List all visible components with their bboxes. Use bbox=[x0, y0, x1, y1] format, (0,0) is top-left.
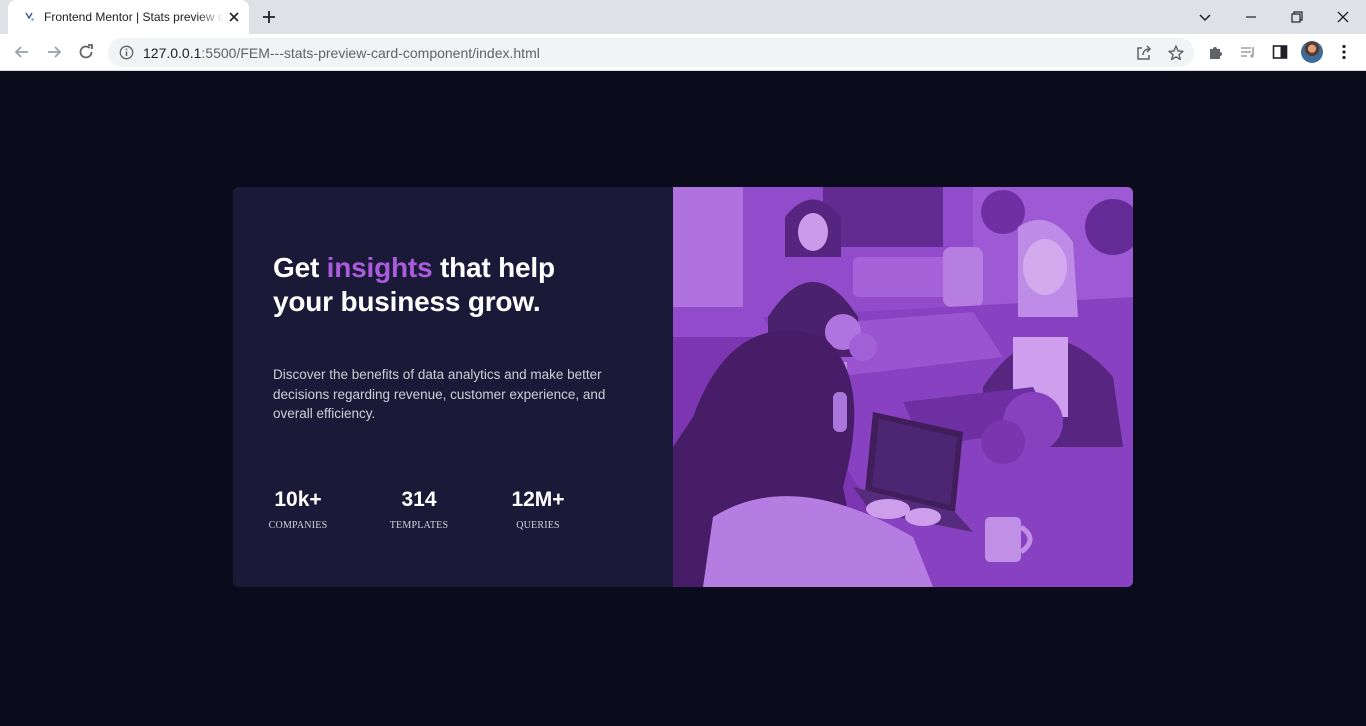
stat-companies: 10k+ Companies bbox=[238, 487, 358, 531]
url-text: 127.0.0.1:5500/FEM---stats-preview-card-… bbox=[143, 45, 540, 61]
forward-arrow-icon[interactable] bbox=[44, 42, 64, 62]
site-info-icon[interactable] bbox=[119, 45, 134, 60]
close-tab-icon[interactable] bbox=[226, 9, 242, 25]
url-host: 127.0.0.1 bbox=[143, 45, 202, 61]
browser-tab[interactable]: Frontend Mentor | Stats preview card com… bbox=[8, 0, 249, 34]
restore-window-icon[interactable] bbox=[1286, 6, 1308, 28]
office-team-illustration bbox=[673, 187, 1133, 587]
extensions-puzzle-icon[interactable] bbox=[1206, 42, 1226, 62]
headline-start: Get bbox=[273, 252, 327, 283]
tab-title: Frontend Mentor | Stats preview card com… bbox=[44, 10, 224, 24]
back-arrow-icon[interactable] bbox=[12, 42, 32, 62]
frontend-mentor-favicon-icon bbox=[25, 12, 34, 21]
close-window-icon[interactable] bbox=[1332, 6, 1354, 28]
reading-list-icon[interactable] bbox=[1238, 42, 1258, 62]
stat-value: 12M+ bbox=[511, 488, 565, 511]
card-text-content: Get insights that help your business gro… bbox=[233, 187, 673, 587]
side-panel-icon[interactable] bbox=[1270, 42, 1290, 62]
share-icon[interactable] bbox=[1134, 43, 1154, 63]
reload-icon[interactable] bbox=[76, 42, 96, 62]
browser-menu-kebab-icon[interactable] bbox=[1334, 42, 1354, 62]
page-viewport: Get insights that help your business gro… bbox=[0, 71, 1366, 726]
stat-templates: 314 Templates bbox=[359, 487, 479, 531]
stat-label: Templates bbox=[389, 520, 449, 531]
stat-value: 314 bbox=[401, 488, 437, 511]
stat-label: Queries bbox=[516, 520, 560, 531]
stat-value: 10k+ bbox=[274, 488, 322, 511]
stats-preview-card: Get insights that help your business gro… bbox=[233, 187, 1133, 587]
new-tab-plus-icon[interactable] bbox=[260, 8, 278, 26]
tab-search-chevron-icon[interactable] bbox=[1194, 6, 1216, 28]
profile-avatar[interactable] bbox=[1301, 41, 1323, 63]
headline-accent-word: insights bbox=[326, 252, 433, 283]
stat-queries: 12M+ Queries bbox=[478, 487, 598, 531]
browser-toolbar: 127.0.0.1:5500/FEM---stats-preview-card-… bbox=[0, 34, 1366, 71]
address-bar[interactable]: 127.0.0.1:5500/FEM---stats-preview-card-… bbox=[108, 38, 1194, 67]
url-path: :5500/FEM---stats-preview-card-component… bbox=[201, 45, 540, 61]
stat-label: Companies bbox=[268, 520, 328, 531]
browser-tab-strip: Frontend Mentor | Stats preview card com… bbox=[0, 0, 1366, 34]
card-headline: Get insights that help your business gro… bbox=[273, 251, 613, 319]
header-image-office-team bbox=[673, 187, 1133, 587]
bookmark-star-icon[interactable] bbox=[1166, 43, 1186, 63]
stats-row: 10k+ Companies 314 Templates 12M+ Querie… bbox=[233, 487, 673, 537]
minimize-window-icon[interactable] bbox=[1240, 6, 1262, 28]
card-description: Discover the benefits of data analytics … bbox=[273, 367, 606, 421]
